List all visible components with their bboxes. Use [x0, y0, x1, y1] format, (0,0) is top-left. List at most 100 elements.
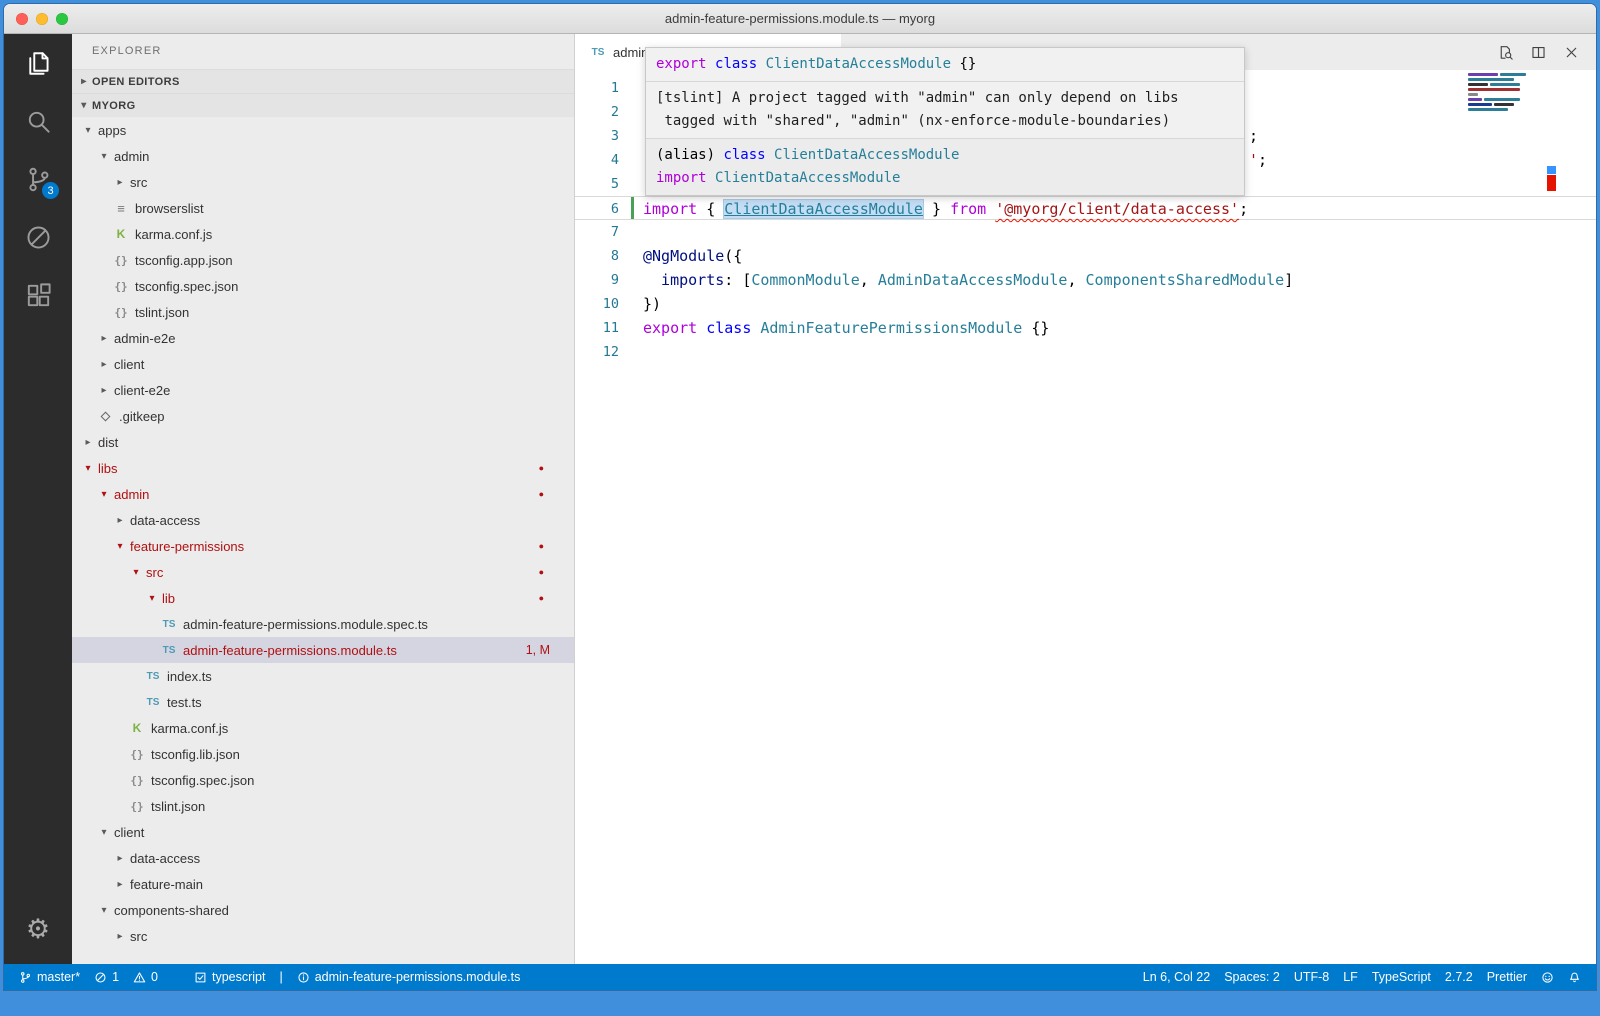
- tree-item[interactable]: ▸src: [72, 923, 574, 949]
- tree-item[interactable]: {}tsconfig.lib.json: [72, 741, 574, 767]
- activity-settings[interactable]: ⚙: [4, 900, 72, 958]
- code-token: : [: [724, 271, 751, 289]
- activity-search[interactable]: [4, 92, 72, 150]
- tree-item[interactable]: TStest.ts: [72, 689, 574, 715]
- tree-item-label: src: [128, 175, 147, 190]
- tree-item[interactable]: ▾apps: [72, 117, 574, 143]
- activity-debug[interactable]: [4, 208, 72, 266]
- code-line-10[interactable]: 10}): [575, 292, 1596, 316]
- line-number[interactable]: 3: [575, 124, 619, 148]
- tree-item[interactable]: ▸data-access: [72, 507, 574, 533]
- tree-item[interactable]: {}tslint.json: [72, 299, 574, 325]
- line-number[interactable]: 4: [575, 148, 619, 172]
- tree-item[interactable]: ▸client-e2e: [72, 377, 574, 403]
- tree-item[interactable]: .gitkeep: [72, 403, 574, 429]
- editor-actions: [1497, 34, 1596, 70]
- status-errors[interactable]: 1: [87, 964, 126, 990]
- tree-item[interactable]: ▾admin: [72, 143, 574, 169]
- chevron-right-icon: ▸: [112, 931, 128, 942]
- git-file-icon: [96, 413, 114, 420]
- status-eol[interactable]: LF: [1336, 964, 1365, 990]
- code-line-12[interactable]: 12: [575, 340, 1596, 364]
- tree-item[interactable]: {}tsconfig.spec.json: [72, 273, 574, 299]
- line-number[interactable]: 12: [575, 340, 619, 364]
- tree-item[interactable]: Kkarma.conf.js: [72, 715, 574, 741]
- activity-explorer[interactable]: [4, 34, 72, 92]
- tree-item[interactable]: TSadmin-feature-permissions.module.ts1, …: [72, 637, 574, 663]
- split-editor-icon[interactable]: [1530, 44, 1547, 61]
- line-number[interactable]: 5: [575, 172, 619, 196]
- line-number[interactable]: 8: [575, 244, 619, 268]
- debug-icon: [24, 223, 53, 252]
- code-line-11[interactable]: 11export class AdminFeaturePermissionsMo…: [575, 316, 1596, 340]
- tree-item[interactable]: ▾feature-permissions●: [72, 533, 574, 559]
- status-encoding[interactable]: UTF-8: [1287, 964, 1336, 990]
- tree-item[interactable]: ▸src: [72, 169, 574, 195]
- tree-item[interactable]: Kkarma.conf.js: [72, 221, 574, 247]
- minimap-line: [1468, 98, 1532, 101]
- code-line-7[interactable]: 7: [575, 220, 1596, 244]
- status-ts-project[interactable]: typescript: [187, 964, 273, 990]
- line-number[interactable]: 6: [575, 197, 619, 219]
- close-editor-icon[interactable]: [1563, 44, 1580, 61]
- status-warnings[interactable]: 0: [126, 964, 165, 990]
- code-line-6[interactable]: 6import { ClientDataAccessModule } from …: [575, 196, 1596, 220]
- tree-item[interactable]: ▾libs●: [72, 455, 574, 481]
- minimap-segment: [1468, 88, 1520, 91]
- tree-item[interactable]: ▾lib●: [72, 585, 574, 611]
- zoom-window-button[interactable]: [56, 13, 68, 25]
- tree-item[interactable]: TSindex.ts: [72, 663, 574, 689]
- status-indentation[interactable]: Spaces: 2: [1217, 964, 1287, 990]
- karma-file-icon: K: [128, 721, 146, 735]
- minimap-segment: [1468, 93, 1478, 96]
- code-token: ;: [1239, 200, 1248, 218]
- tree-item[interactable]: ▾src●: [72, 559, 574, 585]
- tree-item[interactable]: {}tslint.json: [72, 793, 574, 819]
- tree-item[interactable]: ▸data-access: [72, 845, 574, 871]
- symbol-link[interactable]: ClientDataAccessModule: [724, 200, 923, 218]
- code-line-8[interactable]: 8 @NgModule({: [575, 244, 1596, 268]
- code-token: class: [706, 319, 751, 337]
- status-feedback[interactable]: [1534, 964, 1561, 990]
- workspace-root-header[interactable]: ▾ MYORG: [72, 93, 574, 117]
- tree-item[interactable]: ▸feature-main: [72, 871, 574, 897]
- code-area[interactable]: 123;4';56import { ClientDataAccessModule…: [575, 70, 1596, 964]
- activity-source-control[interactable]: 3: [4, 150, 72, 208]
- status-cursor-position[interactable]: Ln 6, Col 22: [1136, 964, 1217, 990]
- tree-item[interactable]: ▸admin-e2e: [72, 325, 574, 351]
- line-content: @NgModule({: [643, 244, 742, 268]
- activity-extensions[interactable]: [4, 266, 72, 324]
- tree-item[interactable]: ≡browserslist: [72, 195, 574, 221]
- status-git-branch[interactable]: master*: [12, 964, 87, 990]
- tree-item-label: data-access: [128, 851, 200, 866]
- code-line-9[interactable]: 9 imports: [CommonModule, AdminDataAcces…: [575, 268, 1596, 292]
- line-number[interactable]: 11: [575, 316, 619, 340]
- close-window-button[interactable]: [16, 13, 28, 25]
- status-label: TypeScript: [1372, 970, 1431, 984]
- line-number[interactable]: 10: [575, 292, 619, 316]
- status-active-file-info[interactable]: admin-feature-permissions.module.ts: [290, 964, 528, 990]
- status-prettier[interactable]: Prettier: [1480, 964, 1534, 990]
- line-number[interactable]: 9: [575, 268, 619, 292]
- tree-item[interactable]: ▾components-shared: [72, 897, 574, 923]
- tree-item[interactable]: {}tsconfig.app.json: [72, 247, 574, 273]
- tree-item[interactable]: ▸client: [72, 351, 574, 377]
- tree-item[interactable]: ▾admin●: [72, 481, 574, 507]
- minimize-window-button[interactable]: [36, 13, 48, 25]
- line-number[interactable]: 2: [575, 100, 619, 124]
- tree-item[interactable]: ▸dist: [72, 429, 574, 455]
- tree-item[interactable]: TSadmin-feature-permissions.module.spec.…: [72, 611, 574, 637]
- tree-item-label: src: [144, 565, 163, 580]
- status-ts-version[interactable]: 2.7.2: [1438, 964, 1480, 990]
- line-number[interactable]: 7: [575, 220, 619, 244]
- status-language-mode[interactable]: TypeScript: [1365, 964, 1438, 990]
- karma-file-icon: K: [112, 227, 130, 241]
- tree-item[interactable]: {}tsconfig.spec.json: [72, 767, 574, 793]
- minimap[interactable]: [1468, 73, 1532, 113]
- tree-item[interactable]: ▾client: [72, 819, 574, 845]
- modified-dot-icon: ●: [539, 463, 544, 473]
- status-notifications[interactable]: [1561, 964, 1588, 990]
- line-number[interactable]: 1: [575, 76, 619, 100]
- open-editors-header[interactable]: ▸ OPEN EDITORS: [72, 69, 574, 93]
- open-preview-icon[interactable]: [1497, 44, 1514, 61]
